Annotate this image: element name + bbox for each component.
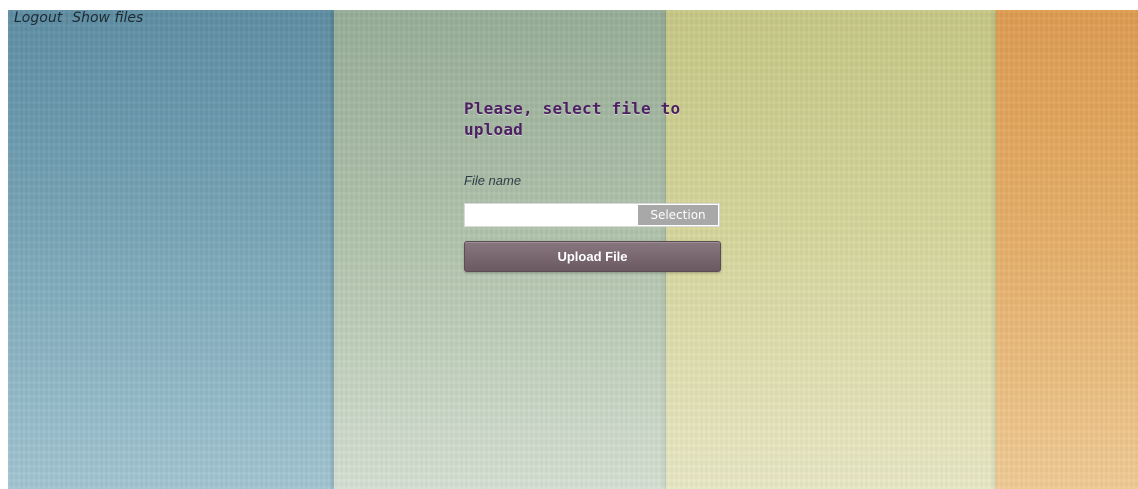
show-files-link[interactable]: Show files (72, 10, 143, 26)
file-name-label: File name (464, 173, 522, 188)
logout-link[interactable]: Logout (14, 10, 62, 26)
file-name-input[interactable] (465, 204, 639, 226)
top-nav: Logout | Show files (14, 10, 143, 27)
nav-separator: | (65, 11, 70, 25)
upload-form: Please, select file to upload File name … (464, 98, 722, 272)
background-stripe-orange (996, 10, 1138, 489)
upload-title: Please, select file to upload (464, 99, 681, 139)
upload-file-button[interactable]: Upload File (464, 241, 721, 272)
background-stripe-blue (8, 10, 334, 489)
file-picker: Selection (464, 203, 720, 227)
selection-button[interactable]: Selection (638, 205, 718, 225)
